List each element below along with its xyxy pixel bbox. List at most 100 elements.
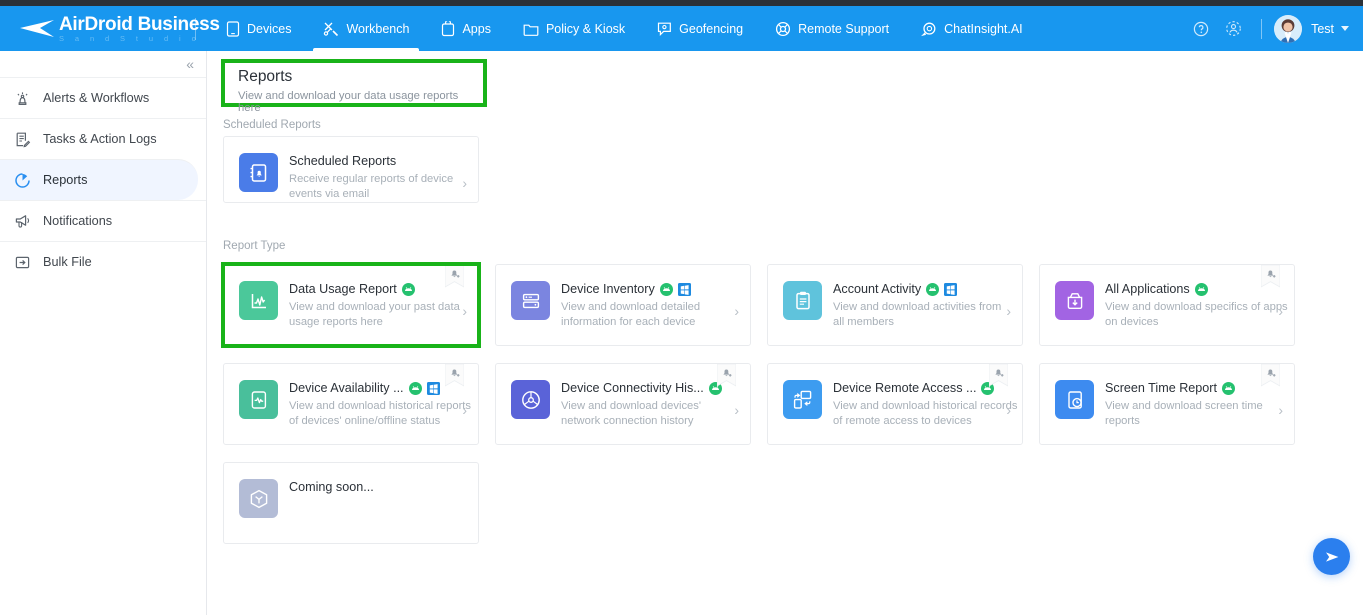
brand-logo[interactable]: AirDroid Business S a n d S t u d i o [0,6,220,51]
card-device-remote-access[interactable]: Device Remote Access ... View and downlo… [767,363,1023,445]
sidebar-item-alerts-workflows[interactable]: Alerts & Workflows [0,77,206,118]
sidebar-label-notifications: Notifications [43,214,113,228]
card-desc-account-activity: View and download activities from all me… [833,301,1002,329]
subscribe-bell-flag-icon[interactable] [1261,265,1280,288]
card-desc-device-inventory: View and download detailed information f… [561,301,701,329]
nav-item-policy-kiosk[interactable]: Policy & Kiosk [507,6,641,51]
chevron-right-icon[interactable]: › [734,304,739,318]
contact-book-bell-icon-tile [239,153,278,192]
android-platform-icon [401,283,415,297]
help-button[interactable] [1185,13,1217,45]
contact-book-bell-icon [250,163,266,182]
subscribe-bell-flag-icon[interactable] [1261,364,1280,387]
android-platform-icon [1194,283,1208,297]
nav-label-workbench: Workbench [346,21,410,36]
chevron-right-icon[interactable]: › [462,304,467,318]
card-coming-soon: Coming soon... [223,462,479,544]
nav-divider [195,17,196,40]
subscribe-bell-flag-icon[interactable] [445,364,464,387]
card-account-activity[interactable]: Account Activity View and download activ… [767,264,1023,346]
nav-label-apps: Apps [462,21,491,36]
nav-item-workbench[interactable]: Workbench [307,6,425,51]
subscribe-bell-flag-icon[interactable] [717,364,736,387]
card-title-device-remote-access: Device Remote Access ... [833,381,977,395]
nav-item-devices[interactable]: Devices [210,6,307,51]
clipboard-icon [795,291,810,309]
page-subtitle: View and download your data usage report… [238,89,459,114]
chevron-right-icon[interactable]: › [1006,304,1011,318]
user-badge-icon [1225,21,1241,36]
paper-plane-icon [1325,551,1338,562]
help-circle-icon [1193,21,1209,36]
android-platform-icon [926,283,940,297]
card-device-inventory[interactable]: Device Inventory View and download detai… [495,264,751,346]
nav-items: Devices Workbench Apps Policy & Kiosk Ge… [210,6,1039,51]
card-all-applications[interactable]: All Applications View and download speci… [1039,264,1295,346]
collapse-sidebar-icon[interactable]: « [186,57,194,71]
card-screen-time-report[interactable]: Screen Time Report View and download scr… [1039,363,1295,445]
sidebar-item-bulk-file[interactable]: Bulk File [0,241,206,282]
avatar-image [1274,14,1303,43]
chevron-right-icon[interactable]: › [1006,403,1011,417]
pie-chart-icon [14,172,31,189]
chevron-right-icon[interactable]: › [462,176,467,190]
nav-item-chatinsight-ai[interactable]: ChatInsight.AI [905,6,1039,51]
page-header-highlight: Reports View and download your data usag… [221,59,487,114]
app-download-icon-tile [1055,281,1094,320]
network-globe-icon-tile [511,380,550,419]
card-desc-device-remote-access: View and download historical records of … [833,400,1018,428]
main-content: Reports View and download your data usag… [208,51,1363,615]
card-desc-device-availability: View and download historical reports of … [289,400,472,428]
chevron-right-icon[interactable]: › [1278,403,1283,417]
geofence-pin-icon [658,22,672,36]
card-title-all-applications: All Applications [1105,282,1190,296]
server-stack-icon-tile [511,281,550,320]
remote-access-icon [793,390,812,409]
chart-line-icon [251,293,266,308]
card-scheduled-reports[interactable]: Scheduled Reports Receive regular report… [223,136,479,203]
task-list-icon [14,131,31,148]
chevron-down-icon[interactable] [1341,26,1349,31]
card-device-connectivity-history[interactable]: Device Connectivity His... View and down… [495,363,751,445]
chart-line-icon-tile [239,281,278,320]
card-device-availability[interactable]: Device Availability ... View and downloa… [223,363,479,445]
chevron-right-icon[interactable]: › [1278,304,1283,318]
cube-box-icon [250,489,267,508]
section-label-scheduled-reports: Scheduled Reports [223,119,321,131]
avatar[interactable] [1274,14,1303,43]
chevron-right-icon[interactable]: › [462,403,467,417]
device-heartbeat-icon [251,390,266,409]
nav-item-geofencing[interactable]: Geofencing [641,6,759,51]
sidebar-label-bulk-file: Bulk File [43,255,92,269]
nav-label-remote-support: Remote Support [798,21,890,36]
account-button[interactable] [1217,13,1249,45]
card-data-usage-report[interactable]: Data Usage Report View and download your… [223,264,479,346]
nav-label-policy-kiosk: Policy & Kiosk [545,21,626,36]
subscribe-bell-flag-icon[interactable] [989,364,1008,387]
clipboard-icon-tile [783,281,822,320]
subscribe-bell-flag-icon[interactable] [445,265,464,288]
sidebar-item-reports[interactable]: Reports [0,159,198,200]
network-globe-icon [521,390,540,409]
sidebar-item-notifications[interactable]: Notifications [0,200,206,241]
folder-icon [523,24,539,36]
nav-label-geofencing: Geofencing [679,21,744,36]
page-title: Reports [238,68,293,85]
cube-box-icon-tile [239,479,278,518]
card-desc-device-connectivity-history: View and download devices' network conne… [561,400,702,428]
nav-item-apps[interactable]: Apps [425,6,507,51]
feedback-fab-button[interactable] [1313,538,1350,575]
card-desc-screen-time-report: View and download screen time reports [1105,400,1263,428]
card-title-coming-soon: Coming soon... [289,480,374,494]
nav-item-remote-support[interactable]: Remote Support [759,6,905,51]
card-title-account-activity: Account Activity [833,282,922,296]
card-desc-all-applications: View and download specifics of apps on d… [1105,301,1288,329]
screen-clock-icon-tile [1055,380,1094,419]
megaphone-icon [14,213,31,230]
remote-access-icon-tile [783,380,822,419]
chevron-right-icon[interactable]: › [734,403,739,417]
section-label-report-type: Report Type [223,240,286,252]
apps-icon [442,20,455,36]
tools-icon [324,22,339,36]
sidebar-item-tasks-action-logs[interactable]: Tasks & Action Logs [0,118,206,159]
